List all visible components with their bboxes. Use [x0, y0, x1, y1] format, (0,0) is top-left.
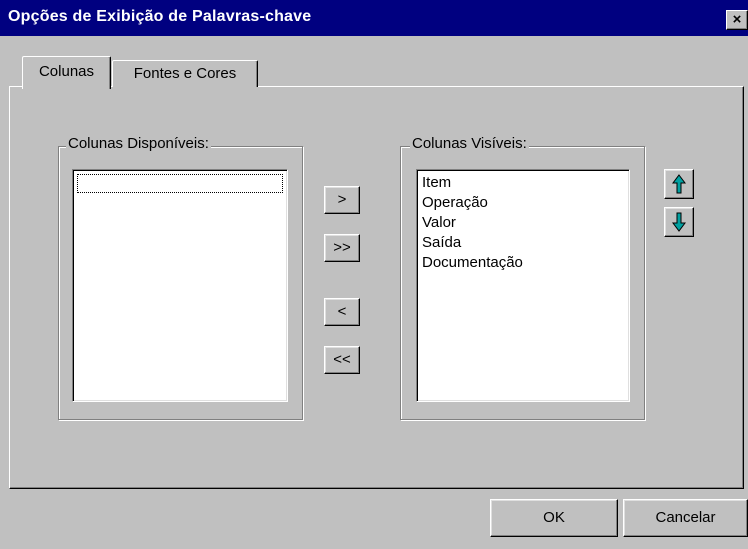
add-all-columns-label: >> [333, 239, 351, 256]
window-title: Opções de Exibição de Palavras-chave [8, 8, 312, 25]
list-item[interactable]: Valor [422, 213, 456, 233]
tab-fontes-e-cores[interactable]: Fontes e Cores [112, 60, 258, 87]
focus-rectangle [77, 174, 283, 193]
move-down-button[interactable] [664, 207, 694, 237]
visible-columns-list[interactable]: Item Operação Valor Saída Documentação [416, 169, 630, 402]
move-up-button[interactable] [664, 169, 694, 199]
add-column-button[interactable]: > [324, 186, 360, 214]
list-item[interactable]: Saída [422, 233, 461, 253]
list-item[interactable]: Item [422, 173, 451, 193]
list-item[interactable]: Documentação [422, 253, 523, 273]
add-column-label: > [337, 191, 347, 208]
ok-button[interactable]: OK [490, 499, 618, 537]
cancel-button[interactable]: Cancelar [623, 499, 748, 537]
visible-columns-label: Colunas Visíveis: [410, 135, 529, 152]
available-columns-label: Colunas Disponíveis: [66, 135, 211, 152]
remove-all-columns-button[interactable]: << [324, 346, 360, 374]
available-columns-list[interactable] [72, 169, 288, 402]
tab-colunas-label: Colunas [38, 63, 95, 80]
title-bar: Opções de Exibição de Palavras-chave × [0, 0, 748, 36]
tab-colunas[interactable]: Colunas [22, 56, 111, 89]
ok-label: OK [543, 509, 565, 526]
remove-column-label: < [337, 303, 347, 320]
close-icon: × [732, 11, 742, 28]
remove-all-columns-label: << [333, 351, 351, 368]
close-button[interactable]: × [726, 10, 748, 30]
arrow-up-icon [672, 174, 686, 194]
cancel-label: Cancelar [655, 509, 716, 526]
list-item[interactable]: Operação [422, 193, 488, 213]
tab-fontes-e-cores-label: Fontes e Cores [133, 65, 237, 82]
remove-column-button[interactable]: < [324, 298, 360, 326]
arrow-down-icon [672, 212, 686, 232]
add-all-columns-button[interactable]: >> [324, 234, 360, 262]
